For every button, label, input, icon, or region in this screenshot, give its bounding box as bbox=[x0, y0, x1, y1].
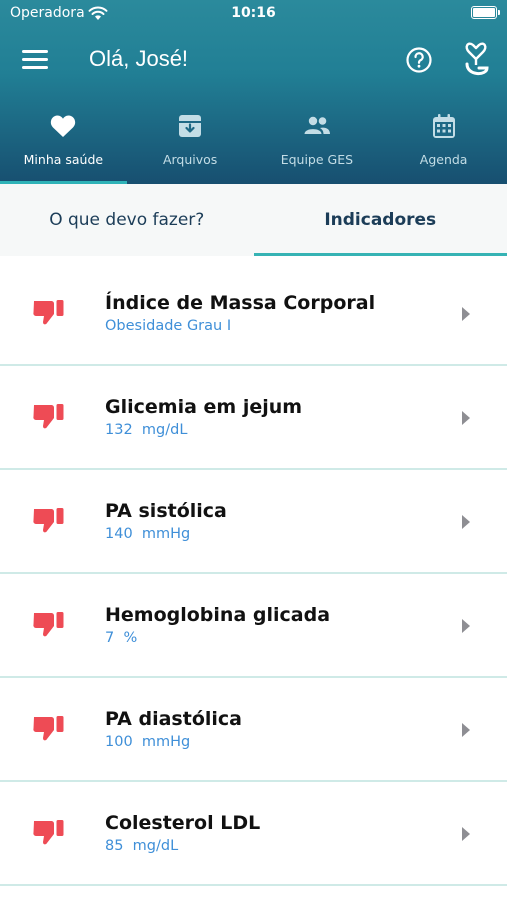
indicator-row[interactable]: Glicemia em jejum 132 mg/dL bbox=[0, 366, 507, 470]
greeting-title: Olá, José! bbox=[89, 46, 189, 71]
indicator-value: 100 mmHg bbox=[105, 734, 191, 750]
battery-icon bbox=[471, 6, 500, 19]
indicator-row[interactable]: Índice de Massa Corporal Obesidade Grau I bbox=[0, 262, 507, 366]
tab-agenda[interactable]: Agenda bbox=[380, 104, 507, 184]
indicators-list: Índice de Massa Corporal Obesidade Grau I… bbox=[0, 262, 507, 886]
indicator-value: 132 mg/dL bbox=[105, 422, 188, 438]
tab-label: Equipe GES bbox=[280, 152, 354, 167]
main-tab-bar: Minha saúde Arquivos Equipe GES Agenda bbox=[0, 104, 507, 184]
subtab-indicadores[interactable]: Indicadores bbox=[254, 184, 507, 256]
indicator-title: Hemoglobina glicada bbox=[105, 604, 331, 626]
indicator-title: PA diastólica bbox=[105, 708, 242, 730]
archive-icon bbox=[179, 115, 202, 137]
chevron-right-icon bbox=[462, 723, 470, 737]
hamburger-menu-button[interactable] bbox=[22, 50, 48, 70]
thumbs-down-icon bbox=[33, 716, 64, 741]
indicator-row[interactable]: PA diastólica 100 mmHg bbox=[0, 678, 507, 782]
chevron-right-icon bbox=[462, 515, 470, 529]
calendar-icon bbox=[432, 114, 455, 138]
segmented-subtabs: O que devo fazer? Indicadores bbox=[0, 184, 507, 256]
indicator-value: 7 % bbox=[105, 630, 138, 646]
indicator-row[interactable]: Hemoglobina glicada 7 % bbox=[0, 574, 507, 678]
indicator-row[interactable]: Colesterol LDL 85 mg/dL bbox=[0, 782, 507, 886]
status-time: 10:16 bbox=[231, 5, 276, 21]
thumbs-down-icon bbox=[33, 300, 64, 325]
thumbs-down-icon bbox=[33, 820, 64, 845]
indicator-title: Índice de Massa Corporal bbox=[105, 292, 376, 314]
indicator-title: Colesterol LDL bbox=[105, 812, 261, 834]
subtab-o-que-devo-fazer[interactable]: O que devo fazer? bbox=[0, 184, 254, 256]
indicator-value: Obesidade Grau I bbox=[105, 318, 232, 334]
tab-label: Agenda bbox=[419, 152, 468, 167]
tab-minha-saude[interactable]: Minha saúde bbox=[0, 104, 127, 184]
heart-icon bbox=[51, 115, 76, 137]
tab-equipe-ges[interactable]: Equipe GES bbox=[254, 104, 381, 184]
chevron-right-icon bbox=[462, 827, 470, 841]
tab-arquivos[interactable]: Arquivos bbox=[127, 104, 254, 184]
indicator-row[interactable]: PA sistólica 140 mmHg bbox=[0, 470, 507, 574]
indicator-value: 85 mg/dL bbox=[105, 838, 179, 854]
thumbs-down-icon bbox=[33, 404, 64, 429]
active-subtab-indicator bbox=[254, 253, 507, 256]
chevron-right-icon bbox=[462, 411, 470, 425]
tab-label: Arquivos bbox=[162, 152, 218, 167]
chevron-right-icon bbox=[462, 307, 470, 321]
indicator-value: 140 mmHg bbox=[105, 526, 191, 542]
indicator-title: Glicemia em jejum bbox=[105, 396, 303, 418]
help-icon[interactable] bbox=[405, 46, 433, 74]
chevron-right-icon bbox=[462, 619, 470, 633]
app-header: Operadora 10:16 Olá, José! Minha saúde A… bbox=[0, 0, 507, 184]
brand-logo bbox=[465, 42, 489, 75]
indicator-title: PA sistólica bbox=[105, 500, 227, 522]
status-bar: Operadora 10:16 bbox=[0, 0, 507, 28]
tab-label: Minha saúde bbox=[23, 152, 104, 167]
group-icon bbox=[304, 116, 330, 134]
thumbs-down-icon bbox=[33, 612, 64, 637]
thumbs-down-icon bbox=[33, 508, 64, 533]
